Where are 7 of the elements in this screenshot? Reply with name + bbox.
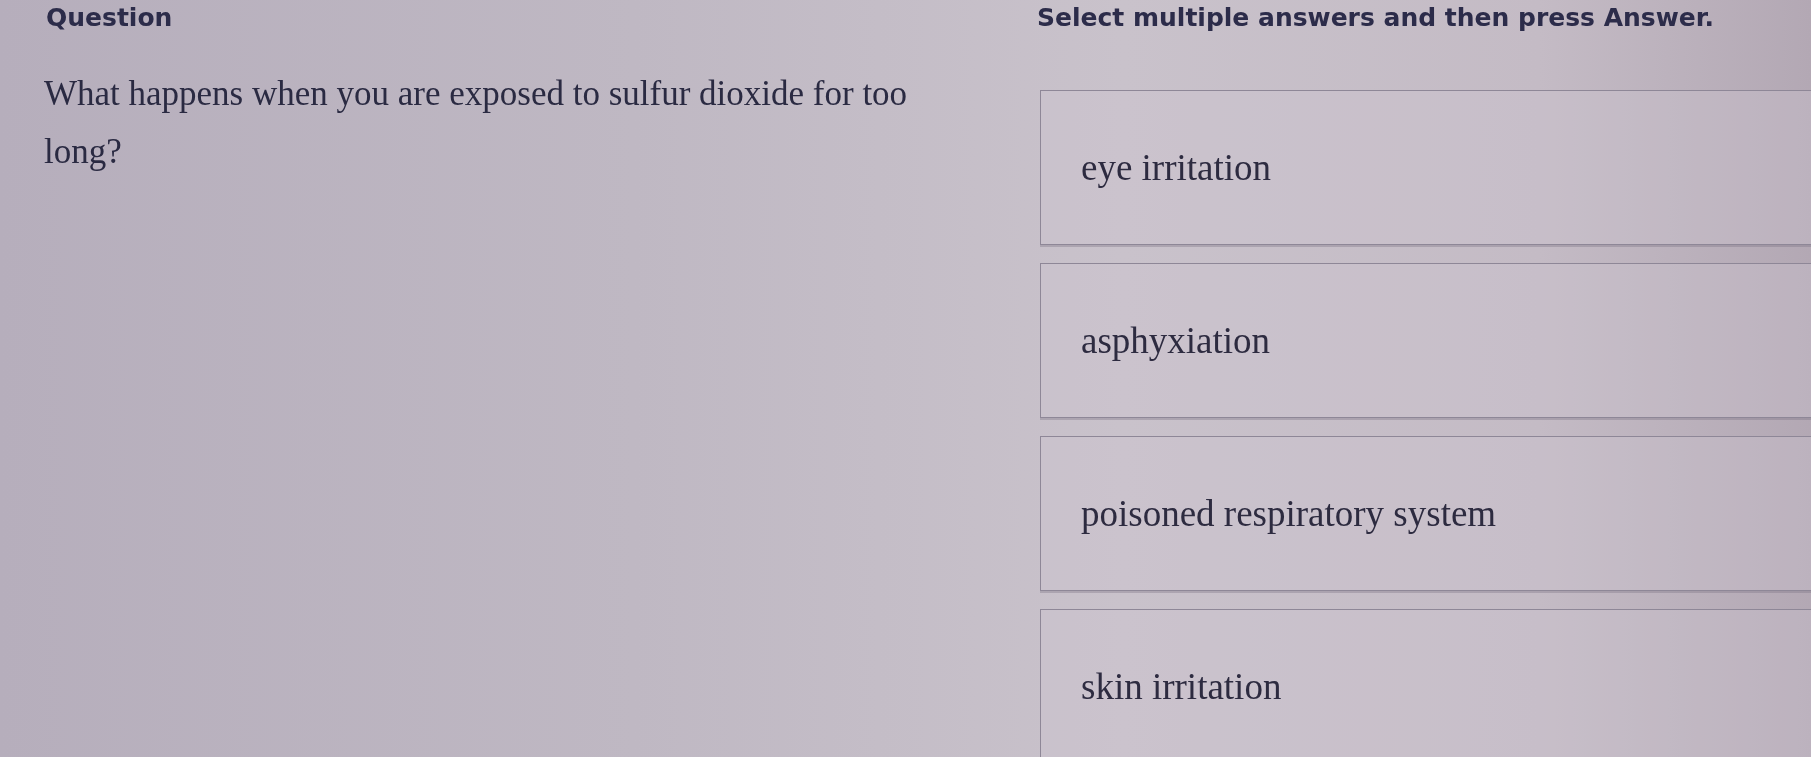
question-text: What happens when you are exposed to sulfur dioxide for too long? — [44, 73, 909, 173]
answer-option[interactable]: skin irritation — [1040, 609, 1811, 757]
instruction-text: Select multiple answers and then press Answer. — [1037, 3, 1714, 33]
question-heading: Question — [46, 3, 173, 33]
answer-option[interactable]: poisoned respiratory system — [1040, 436, 1811, 591]
answer-option[interactable]: eye irritation — [1040, 90, 1811, 245]
answer-option[interactable]: asphyxiation — [1040, 263, 1811, 418]
